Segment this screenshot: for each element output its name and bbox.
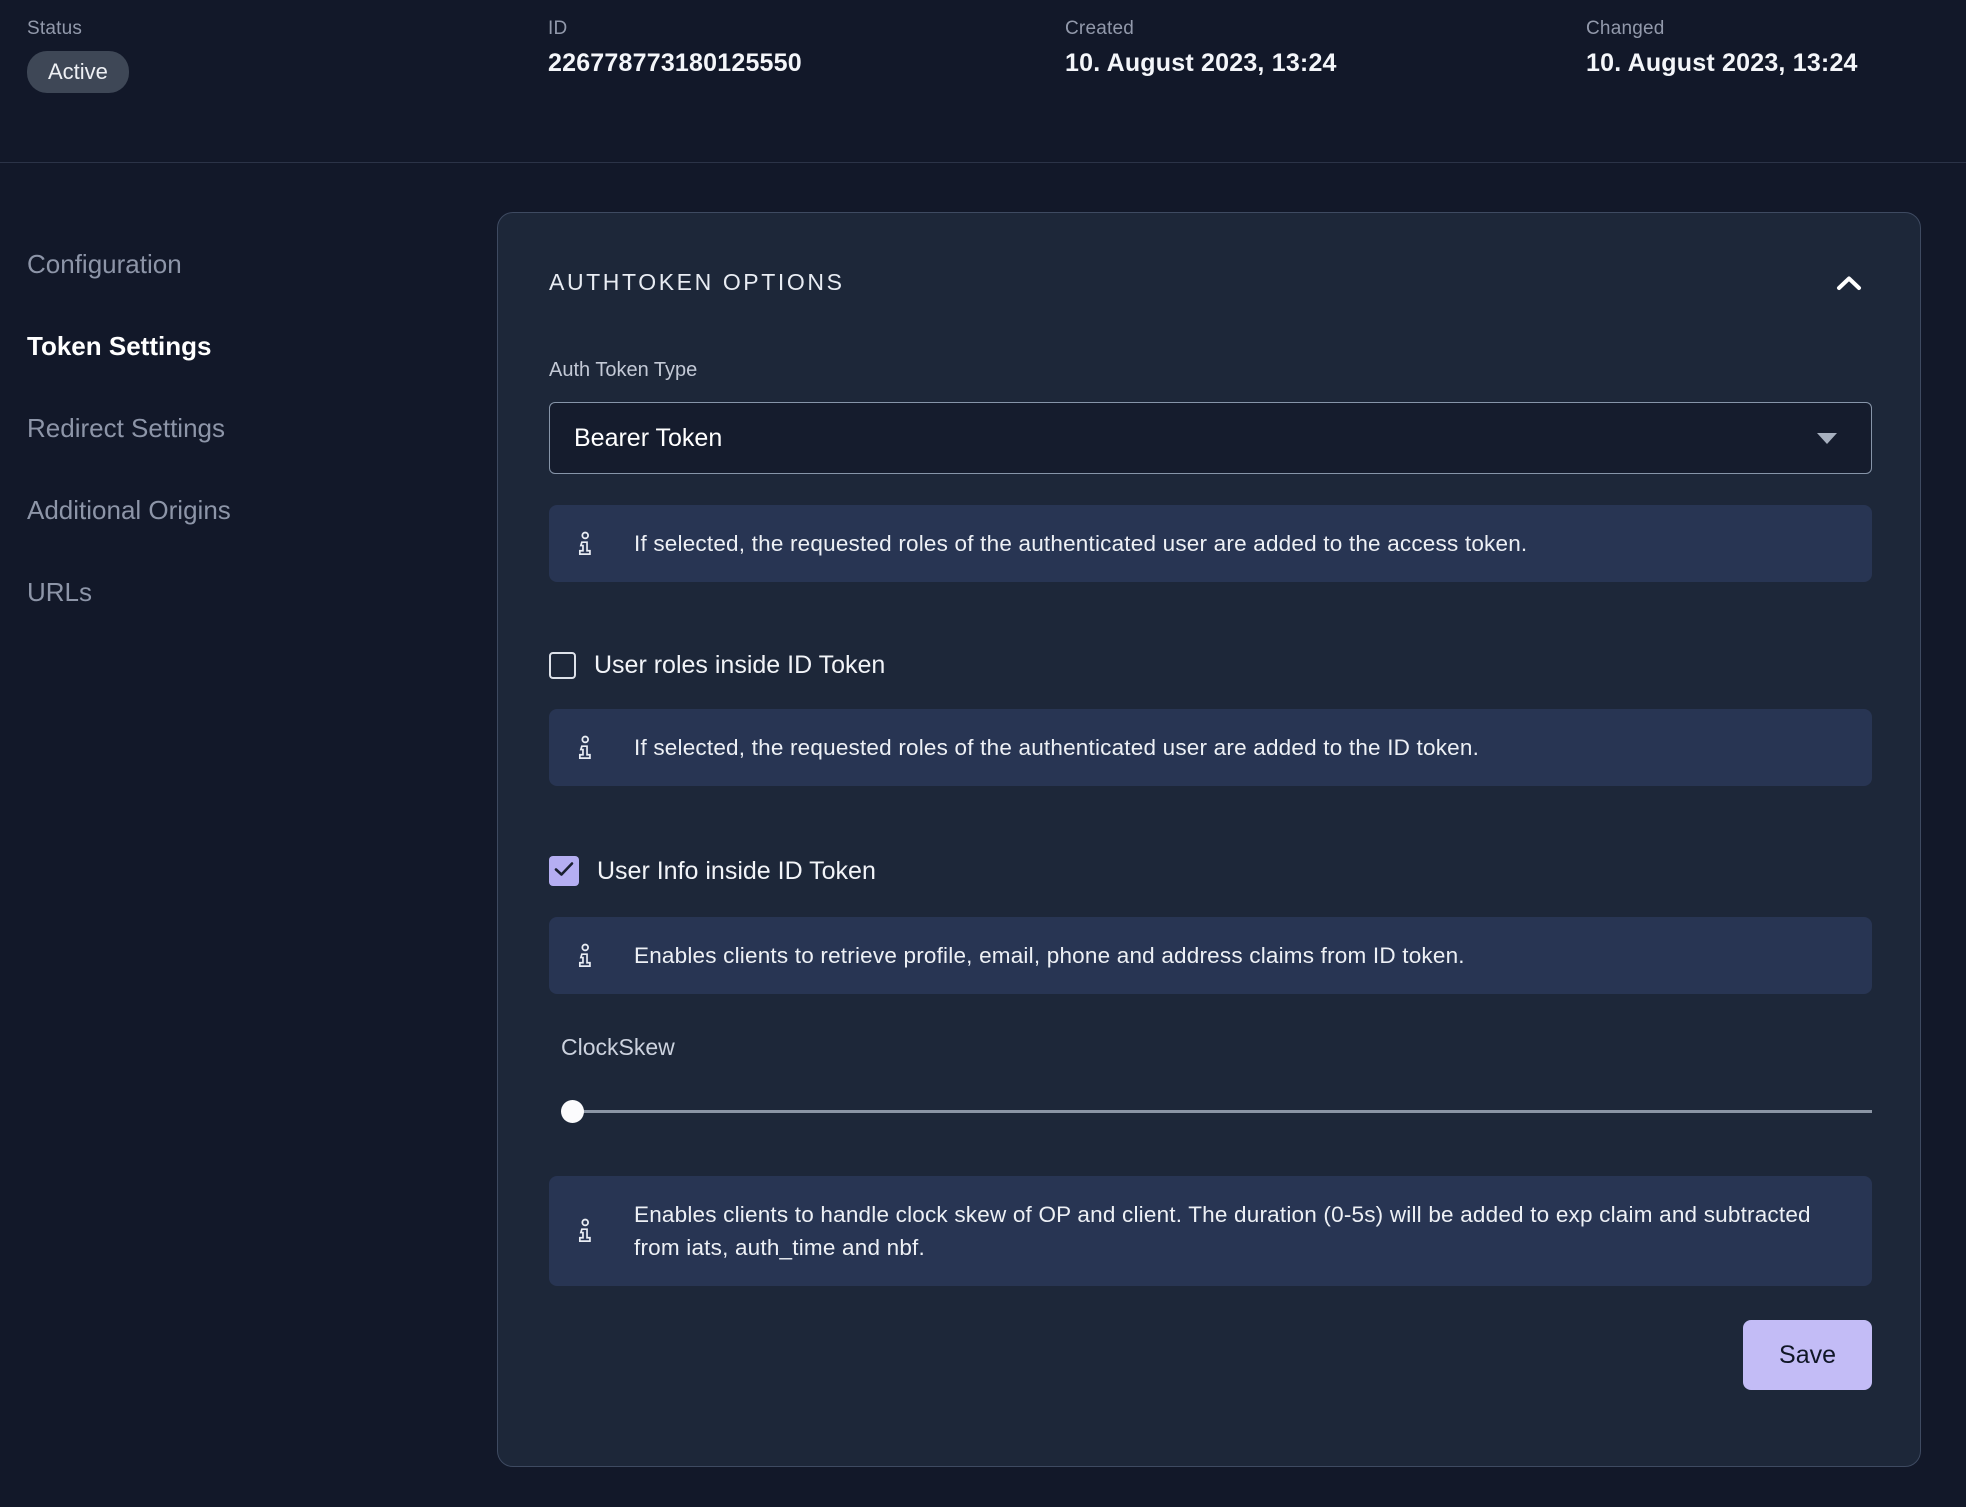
user-info-info-box: Enables clients to retrieve profile, ema… bbox=[549, 917, 1872, 994]
status-badge: Active bbox=[27, 51, 129, 93]
status-label: Status bbox=[27, 18, 548, 40]
dropdown-arrow-icon bbox=[1817, 433, 1837, 444]
user-info-id-token-checkbox-row[interactable]: User Info inside ID Token bbox=[549, 856, 1872, 886]
user-roles-id-token-checkbox[interactable] bbox=[549, 652, 576, 679]
id-token-roles-info-text: If selected, the requested roles of the … bbox=[634, 731, 1479, 764]
chevron-up-icon bbox=[1834, 280, 1864, 295]
changed-column: Changed 10. August 2023, 13:24 bbox=[1586, 18, 1966, 162]
created-value: 10. August 2023, 13:24 bbox=[1065, 49, 1586, 78]
user-info-info-text: Enables clients to retrieve profile, ema… bbox=[634, 939, 1465, 972]
access-token-info-text: If selected, the requested roles of the … bbox=[634, 527, 1527, 560]
authtoken-options-panel: AUTHTOKEN OPTIONS Auth Token Type Bearer… bbox=[497, 212, 1921, 1467]
id-column: ID 226778773180125550 bbox=[548, 18, 1065, 162]
created-label: Created bbox=[1065, 18, 1586, 40]
user-roles-id-token-checkbox-row[interactable]: User roles inside ID Token bbox=[549, 651, 1872, 680]
sidebar-item-configuration[interactable]: Configuration bbox=[27, 249, 497, 279]
changed-value: 10. August 2023, 13:24 bbox=[1586, 49, 1966, 78]
detail-header: Status Active ID 226778773180125550 Crea… bbox=[0, 0, 1966, 163]
slider-thumb[interactable] bbox=[561, 1100, 584, 1123]
clockskew-info-text: Enables clients to handle clock skew of … bbox=[634, 1198, 1846, 1264]
info-icon bbox=[576, 943, 594, 969]
user-info-id-token-checkbox[interactable] bbox=[549, 856, 579, 886]
auth-token-type-value: Bearer Token bbox=[574, 424, 722, 453]
status-column: Status Active bbox=[27, 18, 548, 162]
created-column: Created 10. August 2023, 13:24 bbox=[1065, 18, 1586, 162]
id-label: ID bbox=[548, 18, 1065, 40]
id-value: 226778773180125550 bbox=[548, 49, 1065, 78]
settings-sidebar: Configuration Token Settings Redirect Se… bbox=[0, 163, 497, 659]
user-roles-id-token-label: User roles inside ID Token bbox=[594, 651, 885, 680]
clockskew-label: ClockSkew bbox=[561, 1034, 1872, 1061]
slider-track[interactable] bbox=[571, 1110, 1872, 1113]
changed-label: Changed bbox=[1586, 18, 1966, 40]
info-icon bbox=[576, 1218, 594, 1244]
sidebar-item-urls[interactable]: URLs bbox=[27, 577, 497, 607]
access-token-info-box: If selected, the requested roles of the … bbox=[549, 505, 1872, 582]
clockskew-info-box: Enables clients to handle clock skew of … bbox=[549, 1176, 1872, 1286]
auth-token-type-select[interactable]: Bearer Token bbox=[549, 402, 1872, 474]
clockskew-slider[interactable] bbox=[561, 1100, 1872, 1123]
save-button[interactable]: Save bbox=[1743, 1320, 1872, 1390]
sidebar-item-token-settings[interactable]: Token Settings bbox=[27, 331, 497, 361]
info-icon bbox=[576, 531, 594, 557]
info-icon bbox=[576, 735, 594, 761]
user-info-id-token-label: User Info inside ID Token bbox=[597, 857, 876, 886]
collapse-panel-button[interactable] bbox=[1826, 270, 1872, 296]
auth-token-type-label: Auth Token Type bbox=[549, 359, 1872, 382]
checkmark-icon bbox=[554, 861, 574, 882]
id-token-roles-info-box: If selected, the requested roles of the … bbox=[549, 709, 1872, 786]
sidebar-item-additional-origins[interactable]: Additional Origins bbox=[27, 495, 497, 525]
panel-title: AUTHTOKEN OPTIONS bbox=[549, 269, 845, 296]
sidebar-item-redirect-settings[interactable]: Redirect Settings bbox=[27, 413, 497, 443]
